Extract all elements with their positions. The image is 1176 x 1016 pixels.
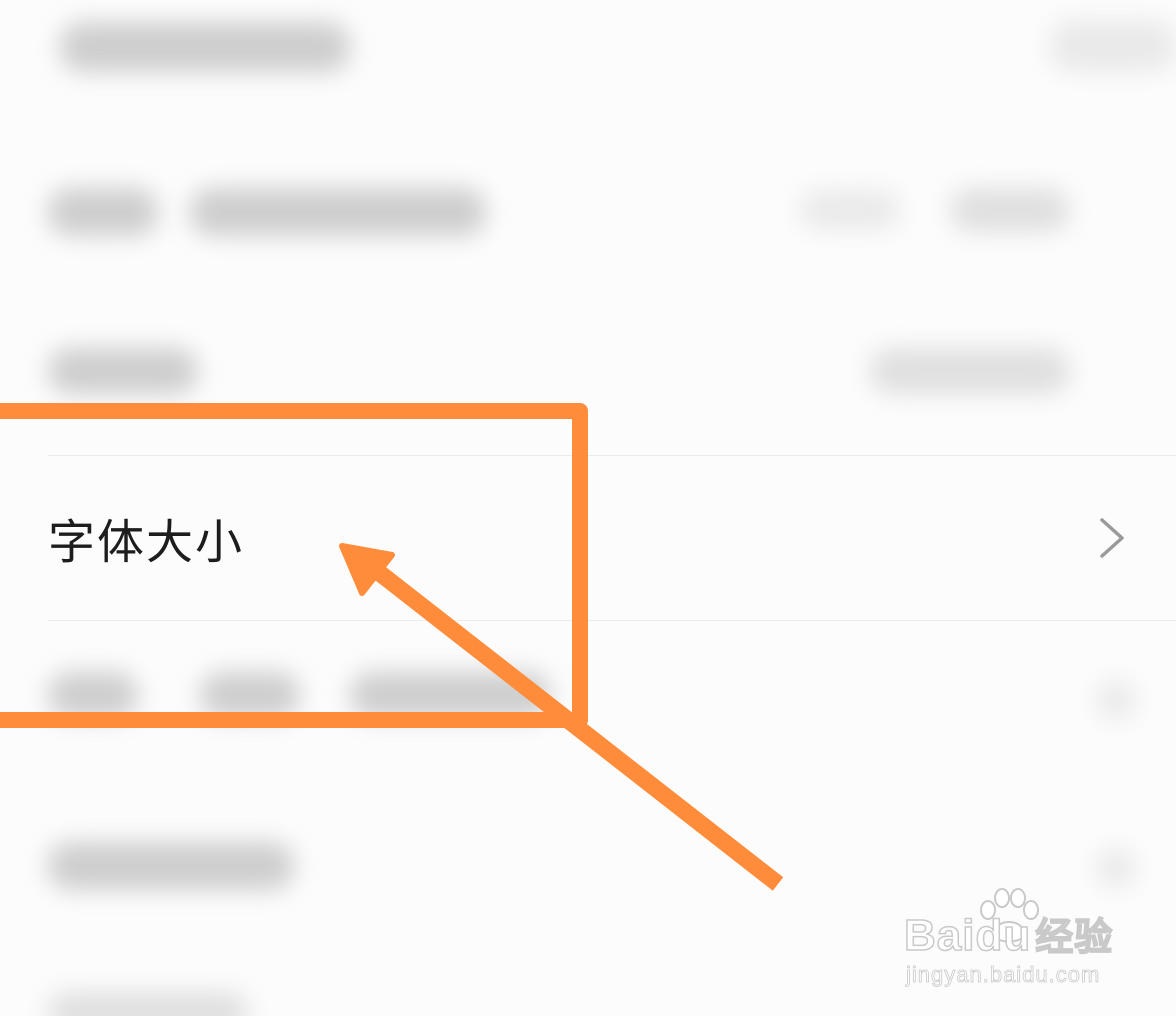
blurred-row-value xyxy=(800,190,900,230)
blurred-row-label xyxy=(190,188,486,236)
watermark-brand-du: du xyxy=(975,910,1032,961)
blurred-row-label xyxy=(48,842,294,890)
font-size-setting-row[interactable]: 字体大小 xyxy=(0,456,1176,620)
blurred-row-label xyxy=(48,992,248,1016)
blurred-row-value xyxy=(950,188,1070,232)
blurred-row-label xyxy=(48,672,138,718)
font-size-label: 字体大小 xyxy=(48,515,244,571)
watermark-brand: Baidu 经验 xyxy=(903,906,1114,961)
watermark-url: jingyan.baidu.com xyxy=(906,962,1101,988)
blurred-row-value xyxy=(1050,20,1176,72)
blurred-row-label xyxy=(350,672,550,718)
blurred-row-label xyxy=(200,672,300,718)
watermark-brand-bai: Bai xyxy=(903,910,976,961)
settings-screen: 字体大小 Baidu 经验 jingyan.baidu.com xyxy=(0,0,1176,1016)
baidu-jingyan-watermark: Baidu 经验 jingyan.baidu.com xyxy=(900,888,1150,998)
blurred-row-value xyxy=(870,348,1070,394)
blurred-chevron xyxy=(1096,680,1136,720)
chevron-right-icon xyxy=(1100,518,1124,558)
watermark-brand-jingyan: 经验 xyxy=(1034,914,1114,960)
blurred-row-label xyxy=(48,348,198,394)
blurred-row-label xyxy=(60,22,350,72)
blurred-row-label xyxy=(48,188,158,236)
row-divider xyxy=(48,620,1176,621)
blurred-chevron xyxy=(1096,848,1136,888)
